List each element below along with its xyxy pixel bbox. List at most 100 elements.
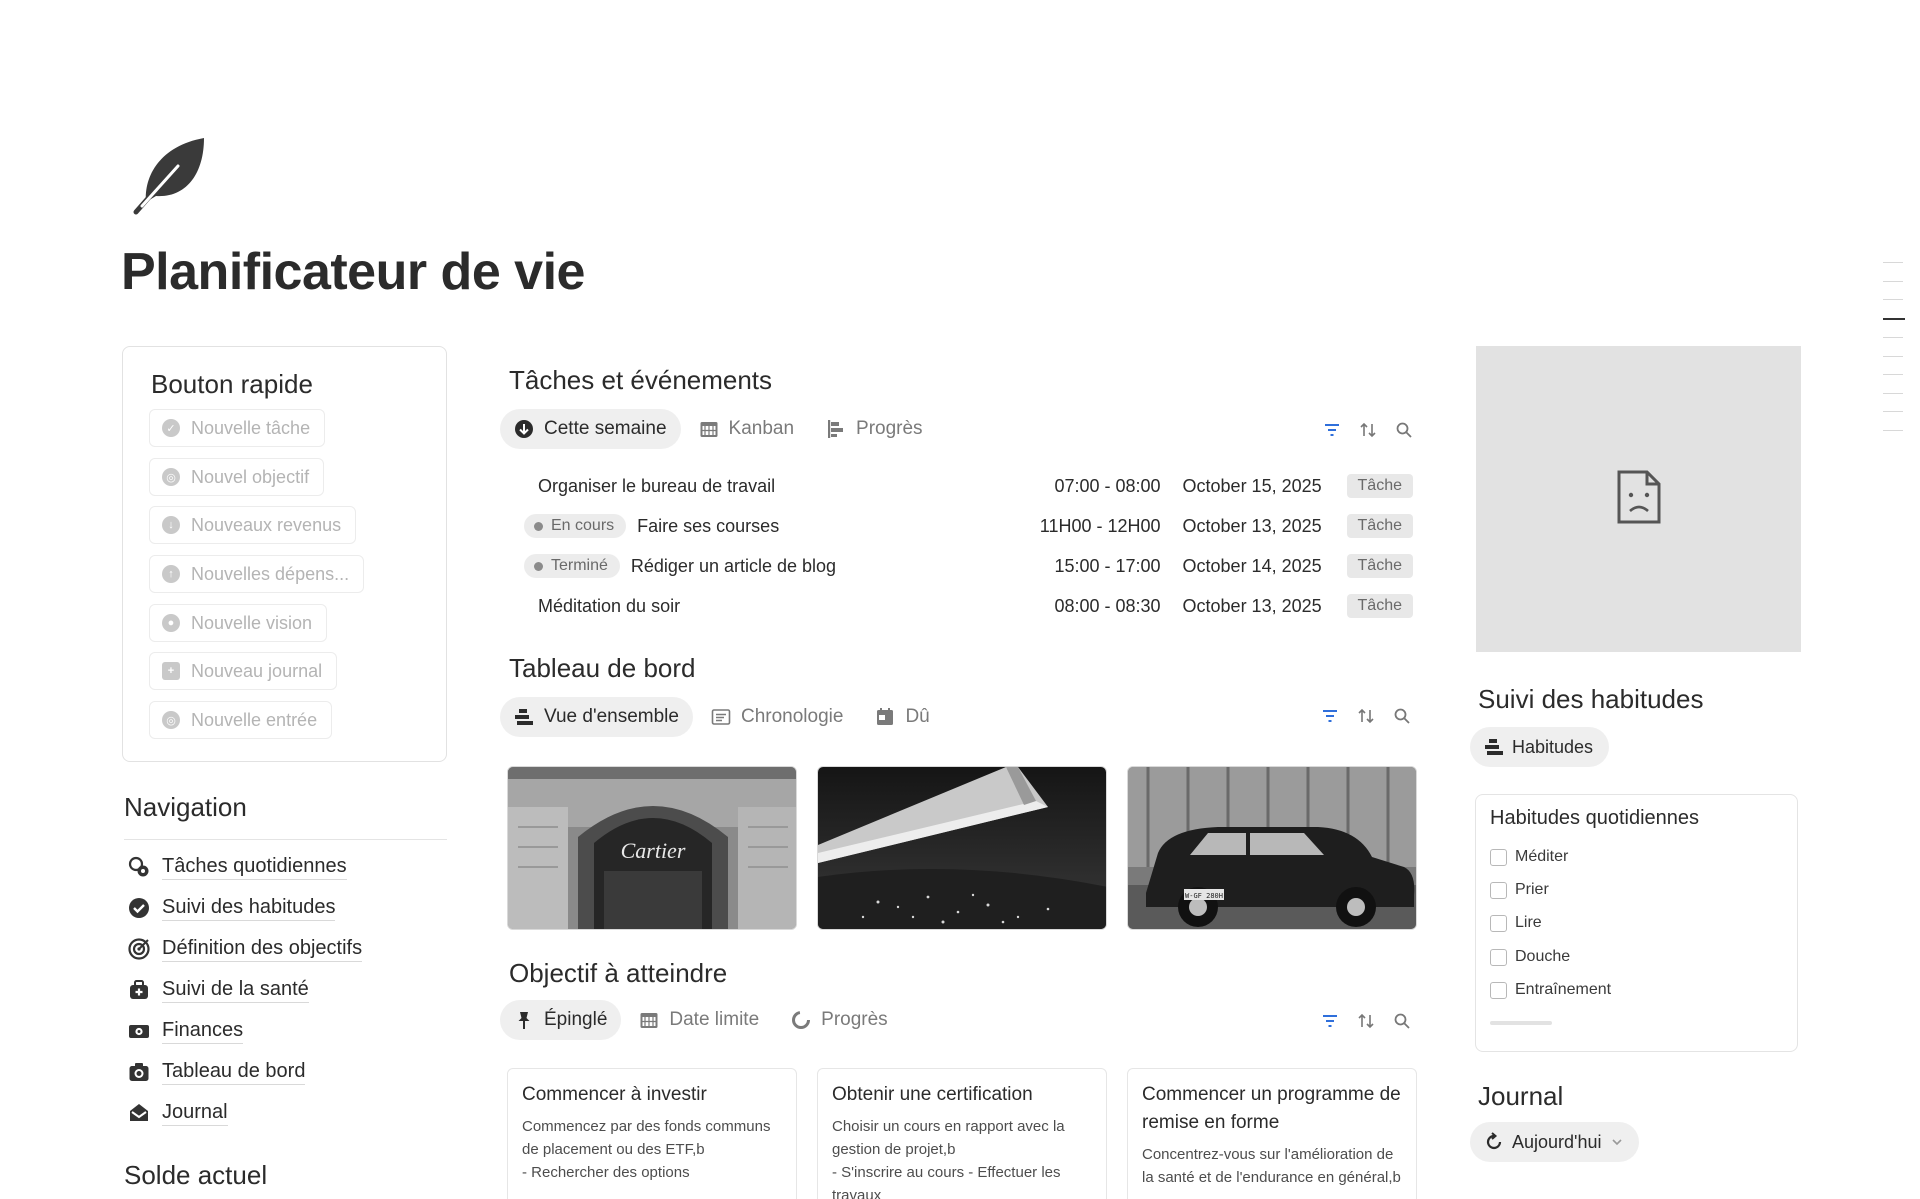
filter-icon[interactable]: [1322, 420, 1342, 440]
goal-title: Commencer à investir: [522, 1084, 707, 1105]
new-expense-button[interactable]: ↑ Nouvelles dépens...: [149, 555, 365, 593]
quick-panel-title: Bouton rapide: [151, 369, 313, 399]
dashboard-toolbar: [1304, 706, 1412, 726]
search-icon[interactable]: [1394, 420, 1414, 440]
search-icon[interactable]: [1392, 1011, 1412, 1031]
checkbox[interactable]: [1490, 848, 1507, 866]
dashboard-section-title: Tableau de bord: [509, 653, 696, 683]
checkbox[interactable]: [1490, 914, 1507, 932]
nav-item-daily-tasks[interactable]: Tâches quotidiennes: [128, 852, 347, 882]
sort-icon[interactable]: [1358, 420, 1378, 440]
checkbox[interactable]: [1490, 948, 1507, 966]
dashboard-view-tabs: Vue d'ensemble Chronologie Dû: [500, 696, 948, 738]
habit-item[interactable]: Prier: [1490, 879, 1549, 901]
camera-icon: [128, 1061, 150, 1083]
table-row[interactable]: Terminé Rédiger un article de blog 15:00…: [520, 548, 1413, 584]
sort-icon[interactable]: [1356, 706, 1376, 726]
arrow-down-circle-icon: [514, 419, 534, 439]
habit-card[interactable]: Habitudes quotidiennes Méditer Prier Lir…: [1475, 794, 1798, 1052]
task-time: 11H00 - 12H00: [1039, 515, 1161, 536]
tasks-section-title: Tâches et événements: [509, 365, 773, 395]
banknote-icon: [128, 1020, 150, 1042]
task-name: Rédiger un article de blog: [630, 555, 837, 576]
habit-item[interactable]: Méditer: [1490, 846, 1568, 868]
status-dot: [534, 561, 543, 571]
filter-icon[interactable]: [1320, 1011, 1340, 1031]
task-date: October 15, 2025: [1182, 475, 1322, 496]
journal-today-dropdown[interactable]: Aujourd'hui: [1470, 1122, 1639, 1162]
goal-title: Commencer un programme de remise en form…: [1142, 1084, 1401, 1133]
nav-item-habit-tracking[interactable]: Suivi des habitudes: [128, 893, 336, 923]
goal-steps: - S'inscrire au cours - Effectuer les tr…: [832, 1164, 1061, 1199]
task-type-tag: Tâche: [1346, 514, 1413, 538]
tasks-toolbar: [1306, 420, 1414, 440]
new-entry-button[interactable]: ◎ Nouvelle entrée: [149, 701, 333, 739]
goals-toolbar: [1304, 1011, 1412, 1031]
stack-icon: [1484, 737, 1504, 757]
new-task-button[interactable]: ✓ Nouvelle tâche: [149, 409, 326, 447]
nav-item-finances[interactable]: Finances: [128, 1016, 244, 1046]
goals-view-tabs: Épinglé Date limite Progrès: [500, 999, 906, 1041]
goal-description: Concentrez-vous sur l'amélioration de la…: [1142, 1146, 1401, 1186]
new-journal-button[interactable]: + Nouveau journal: [149, 652, 338, 690]
goal-card[interactable]: Obtenir une certification Choisir un cou…: [817, 1068, 1107, 1199]
checkbox[interactable]: [1490, 881, 1507, 899]
new-vision-button[interactable]: ● Nouvelle vision: [149, 604, 328, 642]
new-income-button[interactable]: ↓ Nouveaux revenus: [149, 506, 357, 544]
tab-progress[interactable]: Progrès: [812, 409, 937, 449]
check-circle-icon: ✓: [162, 419, 180, 437]
habit-card-title: Habitudes quotidiennes: [1490, 807, 1700, 829]
tab-kanban[interactable]: Kanban: [685, 409, 809, 449]
table-row[interactable]: Méditation du soir 08:00 - 08:30 October…: [520, 588, 1413, 624]
habit-item[interactable]: Entraînement: [1490, 979, 1611, 1001]
target-icon: [128, 938, 150, 960]
table-row[interactable]: En cours Faire ses courses 11H00 - 12H00…: [520, 508, 1413, 544]
new-goal-button[interactable]: ◎ Nouvel objectif: [149, 458, 325, 496]
search-icon[interactable]: [1392, 706, 1412, 726]
stack-icon: [514, 707, 534, 727]
task-type-tag: Tâche: [1346, 554, 1413, 578]
tab-pinned[interactable]: Épinglé: [500, 1000, 622, 1040]
cover-image-placeholder[interactable]: [1476, 346, 1801, 652]
tab-overview[interactable]: Vue d'ensemble: [500, 697, 693, 737]
gallery-card-airplane-wing[interactable]: [817, 766, 1107, 930]
refresh-icon: [1484, 1132, 1504, 1152]
checkbox[interactable]: [1490, 981, 1507, 999]
tab-deadline[interactable]: Date limite: [625, 1000, 773, 1040]
arrow-up-circle-icon: ↑: [162, 565, 180, 583]
storefront-sign: Cartier: [621, 838, 686, 863]
task-time: 07:00 - 08:00: [1054, 475, 1161, 496]
nav-item-dashboard[interactable]: Tableau de bord: [128, 1057, 306, 1087]
sort-icon[interactable]: [1356, 1011, 1376, 1031]
status-dot: [534, 521, 543, 531]
check-circle-icon: [128, 897, 150, 919]
nav-item-health-tracking[interactable]: Suivi de la santé: [128, 975, 309, 1005]
pin-icon: [514, 1010, 534, 1030]
goal-card[interactable]: Commencer à investir Commencez par des f…: [507, 1068, 797, 1199]
gallery-card-vintage-car[interactable]: W-GF 280H: [1127, 766, 1417, 930]
habit-item[interactable]: Douche: [1490, 946, 1570, 968]
nav-item-journal[interactable]: Journal: [128, 1098, 228, 1128]
table-row[interactable]: Organiser le bureau de travail 07:00 - 0…: [520, 468, 1413, 504]
nav-item-goal-setting[interactable]: Définition des objectifs: [128, 934, 363, 964]
outline-markers[interactable]: [1883, 262, 1905, 448]
task-name: Organiser le bureau de travail: [538, 475, 776, 496]
task-name: Méditation du soir: [538, 595, 681, 616]
goal-card[interactable]: Commencer un programme de remise en form…: [1127, 1068, 1417, 1199]
scroll-bar[interactable]: [1490, 1021, 1552, 1025]
tab-this-week[interactable]: Cette semaine: [500, 409, 681, 449]
habit-item[interactable]: Lire: [1490, 912, 1542, 934]
tab-goal-progress[interactable]: Progrès: [777, 1000, 902, 1040]
filter-icon[interactable]: [1320, 706, 1340, 726]
balance-title: Solde actuel: [124, 1160, 268, 1190]
task-type-tag: Tâche: [1346, 594, 1413, 618]
tab-due[interactable]: Dû: [861, 697, 943, 737]
tab-habits[interactable]: Habitudes: [1470, 727, 1610, 767]
navigation-title: Navigation: [124, 792, 247, 822]
gallery-card-storefront[interactable]: Cartier: [507, 766, 797, 930]
quick-button-panel: Bouton rapide ✓ Nouvelle tâche ◎ Nouvel ob…: [122, 346, 447, 762]
tab-timeline[interactable]: Chronologie: [697, 697, 857, 737]
medical-bag-icon: +: [162, 662, 180, 680]
leaf-icon[interactable]: [130, 132, 214, 216]
tasks-view-tabs: Cette semaine Kanban Progrès: [500, 408, 941, 450]
